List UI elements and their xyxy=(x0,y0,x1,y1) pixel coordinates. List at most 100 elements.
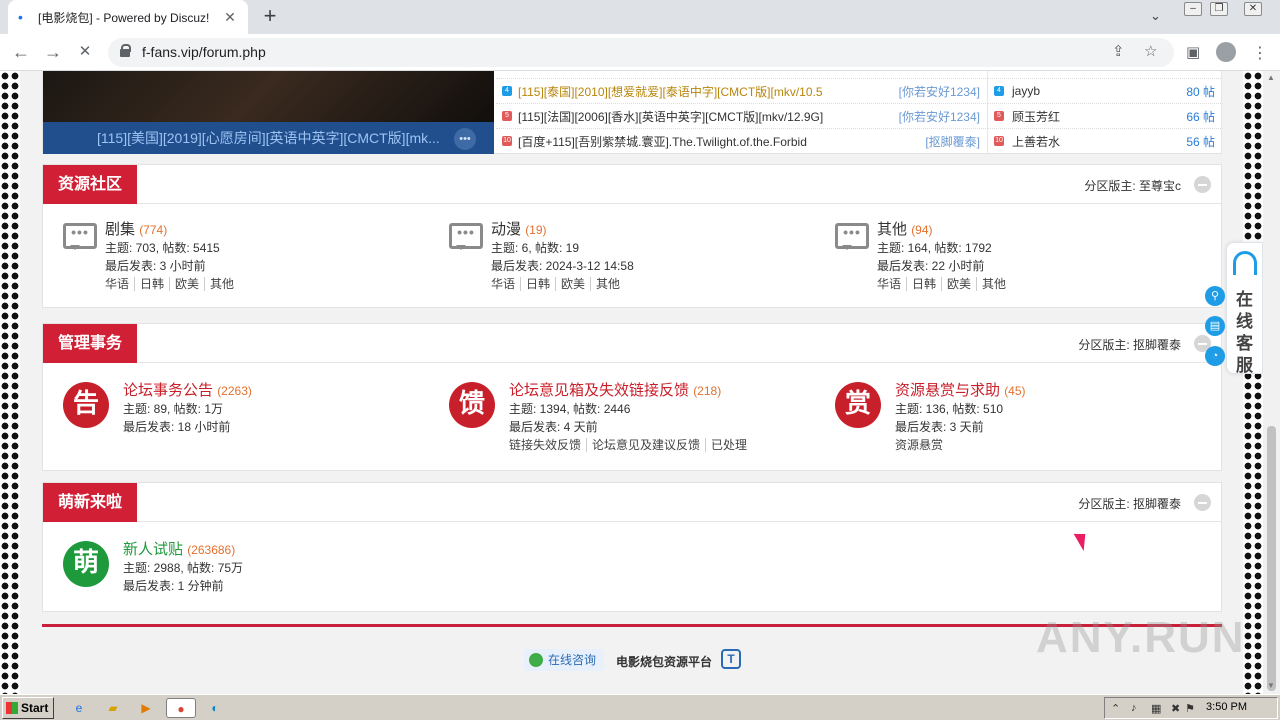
category-title[interactable]: 资源社区 xyxy=(43,165,138,204)
forum-badge-icon[interactable]: 萌 xyxy=(63,541,109,587)
sub-forum-link[interactable]: 论坛意见及建议反馈 xyxy=(586,438,706,452)
forum-badge-icon[interactable]: 告 xyxy=(63,382,109,428)
forum-name[interactable]: 新人试贴 xyxy=(123,541,183,558)
thread-title[interactable]: [115][法国][2006][香水][英语中英字][CMCT版][mkv/12… xyxy=(518,108,899,125)
scroll-up-icon[interactable]: ▲ xyxy=(1267,73,1275,82)
user-name[interactable]: 上善若水 xyxy=(1012,133,1186,150)
tab-search-button[interactable]: ⌄ xyxy=(1150,8,1161,24)
thread-author[interactable]: [抠脚覆泰] xyxy=(925,133,980,150)
sub-forum-link[interactable]: 其他 xyxy=(976,277,1012,291)
hot-user-row[interactable]: 10 上善若水 56 帖 xyxy=(988,129,1221,154)
explorer-icon[interactable]: ▰ xyxy=(102,698,124,718)
sub-forum-link[interactable]: 欧美 xyxy=(941,277,977,291)
back-button[interactable]: ← xyxy=(10,42,32,64)
forum-badge-icon[interactable]: 馈 xyxy=(449,382,495,428)
security-icon[interactable]: ✖ xyxy=(1171,702,1180,715)
weibo-icon[interactable]: ◔ xyxy=(1205,346,1225,366)
forum-chat-icon[interactable]: ••• xyxy=(63,223,97,250)
slide-caption[interactable]: [115][美国][2019][心愿房间][英语中英字][CMCT版][mk..… xyxy=(43,122,494,154)
edge-icon[interactable]: ◐ xyxy=(204,698,226,718)
slideshow[interactable]: [115][美国][2019][心愿房间][英语中英字][CMCT版][mk..… xyxy=(43,71,494,154)
collapse-icon[interactable] xyxy=(1194,494,1211,511)
sub-forum-link[interactable]: 日韩 xyxy=(906,277,942,291)
tray-arrow-icon[interactable]: ⌃ xyxy=(1111,702,1120,715)
profile-icon[interactable] xyxy=(1216,42,1236,62)
forum-name[interactable]: 资源悬赏与求助 xyxy=(895,382,1000,399)
forward-button[interactable]: → xyxy=(42,42,64,64)
forum-badge-icon[interactable]: 赏 xyxy=(835,382,881,428)
sub-forum-link[interactable]: 资源悬赏 xyxy=(895,438,948,452)
thread-author[interactable]: [你若安好1234] xyxy=(899,83,980,100)
sub-forum-link[interactable]: 日韩 xyxy=(520,277,556,291)
share-icon[interactable]: ⇪ xyxy=(1112,42,1125,60)
media-player-icon[interactable]: ▶ xyxy=(135,698,157,718)
minimize-button[interactable]: – xyxy=(1184,2,1202,16)
new-tab-button[interactable]: + xyxy=(258,5,282,29)
hot-thread-row[interactable]: 10 [百度+115][吾别紫禁城.寰亚].The.Twilight.of.the… xyxy=(496,129,986,154)
close-window-button[interactable]: ✕ xyxy=(1244,2,1262,16)
feedback-icon[interactable]: ▤ xyxy=(1205,316,1225,336)
browser-tab[interactable]: • [电影烧包] - Powered by Discuz! ✕ xyxy=(8,0,248,34)
bookmark-star-icon[interactable]: ☆ xyxy=(1144,42,1157,60)
forum-last-post[interactable]: 最后发表: 22 小时前 xyxy=(877,257,1217,275)
forum-name[interactable]: 论坛事务公告 xyxy=(123,382,213,399)
hot-user-row[interactable]: 5 顾玉芳红 66 帖 xyxy=(988,104,1221,129)
category-title[interactable]: 管理事务 xyxy=(43,324,138,363)
forum-name[interactable]: 剧集 xyxy=(105,221,135,238)
stop-button[interactable]: ✕ xyxy=(74,42,96,64)
chrome-icon[interactable]: ● xyxy=(166,698,196,718)
volume-icon[interactable]: ♪ xyxy=(1131,702,1137,714)
scroll-thumb[interactable] xyxy=(1267,426,1276,691)
forum-last-post[interactable]: 最后发表: 18 小时前 xyxy=(123,418,463,436)
category-title[interactable]: 萌新来啦 xyxy=(43,483,138,522)
forum-last-post[interactable]: 最后发表: 3 小时前 xyxy=(105,257,445,275)
sub-forum-link[interactable]: 日韩 xyxy=(134,277,170,291)
side-panel-icon[interactable]: ▣ xyxy=(1186,43,1200,61)
category-moderator[interactable]: 分区版主: 抠脚覆泰 xyxy=(1078,336,1181,353)
forum-last-post[interactable]: 最后发表: 2024-3-12 14:58 xyxy=(491,257,831,275)
page-scrollbar[interactable]: ▲ ▼ xyxy=(1263,71,1280,694)
sub-forum-link[interactable]: 已处理 xyxy=(705,438,753,452)
forum-name[interactable]: 其他 xyxy=(877,221,907,238)
thread-title[interactable]: [115][泰国][2010][想爱就爱][泰语中字][CMCT版][mkv/1… xyxy=(518,83,899,100)
flag-icon[interactable]: ⚑ xyxy=(1185,702,1195,715)
sub-forum-link[interactable]: 欧美 xyxy=(555,277,591,291)
user-name[interactable]: 顾玉芳红 xyxy=(1012,108,1186,125)
hot-thread-row[interactable]: 5 [115][法国][2006][香水][英语中英字][CMCT版][mkv/1… xyxy=(496,104,986,129)
network-icon[interactable]: ▦ xyxy=(1151,702,1161,715)
forum-chat-icon[interactable]: ••• xyxy=(835,223,869,250)
forum-last-post[interactable]: 最后发表: 4 天前 xyxy=(509,418,849,436)
sub-forum-link[interactable]: 其他 xyxy=(204,277,240,291)
forum-chat-icon[interactable]: ••• xyxy=(449,223,483,250)
qq-icon[interactable]: ⚲ xyxy=(1205,286,1225,306)
thread-title[interactable]: [百度+115][吾别紫禁城.寰亚].The.Twilight.of.the.F… xyxy=(518,133,925,150)
category-moderator[interactable]: 分区版主: 至尊宝c xyxy=(1084,177,1181,194)
hot-user-row[interactable]: 4 jayyb 80 帖 xyxy=(988,79,1221,104)
sub-forum-link[interactable]: 链接失效反馈 xyxy=(509,438,586,452)
forum-category: 管理事务 分区版主: 抠脚覆泰告论坛事务公告 (2263) 主题: 89, 帖数: … xyxy=(42,323,1222,471)
ie-icon[interactable]: e xyxy=(68,698,90,718)
address-bar[interactable]: f-fans.vip/forum.php ⇪ ☆ xyxy=(108,38,1174,67)
close-tab-icon[interactable]: ✕ xyxy=(222,9,238,26)
collapse-icon[interactable] xyxy=(1194,176,1211,193)
forum-name[interactable]: 论坛意见箱及失效链接反馈 xyxy=(509,382,689,399)
menu-icon[interactable]: ⋮ xyxy=(1252,43,1268,63)
start-button[interactable]: Start xyxy=(2,697,54,719)
maximize-button[interactable]: ❐ xyxy=(1210,2,1228,16)
sub-forum-link[interactable]: 华语 xyxy=(105,277,134,291)
thread-author[interactable]: [你若安好1234] xyxy=(899,108,980,125)
online-service-widget[interactable]: 在线客服 xyxy=(1226,242,1263,375)
online-consult-button[interactable]: 在线咨询 xyxy=(524,649,604,671)
hot-thread-row[interactable]: 4 [115][泰国][2010][想爱就爱][泰语中字][CMCT版][mkv/… xyxy=(496,79,986,104)
slide-indicator[interactable]: ••• xyxy=(454,128,476,150)
sub-forum-link[interactable]: 华语 xyxy=(491,277,520,291)
sub-forum-link[interactable]: 华语 xyxy=(877,277,906,291)
forum-last-post[interactable]: 最后发表: 1 分钟前 xyxy=(123,577,463,595)
category-moderator[interactable]: 分区版主: 抠脚覆泰 xyxy=(1078,495,1181,512)
sub-forum-link[interactable]: 其他 xyxy=(590,277,626,291)
scroll-down-icon[interactable]: ▼ xyxy=(1267,681,1275,690)
forum-last-post[interactable]: 最后发表: 3 天前 xyxy=(895,418,1235,436)
forum-name[interactable]: 动漫 xyxy=(491,221,521,238)
user-name[interactable]: jayyb xyxy=(1012,84,1186,98)
sub-forum-link[interactable]: 欧美 xyxy=(169,277,205,291)
